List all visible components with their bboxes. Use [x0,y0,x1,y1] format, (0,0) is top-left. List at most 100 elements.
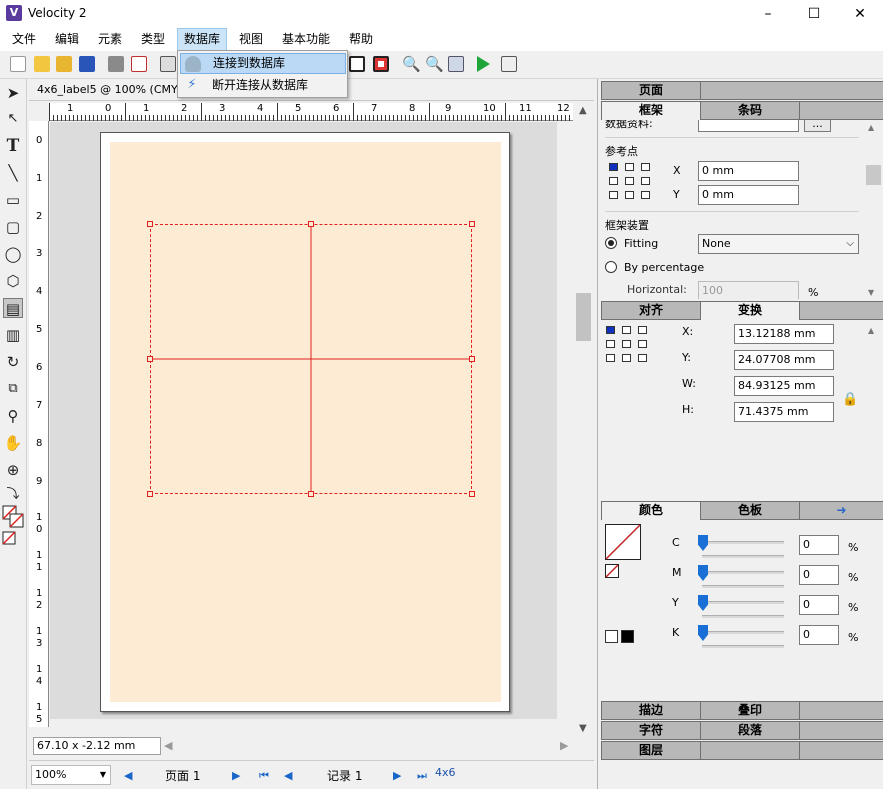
tab-transform[interactable]: 变换 [700,301,800,320]
next-page-icon[interactable]: ▶ [232,769,240,782]
ref-x-input[interactable]: 0 mm [698,161,799,181]
resize-handle[interactable] [469,491,475,497]
magenta-slider[interactable] [702,571,784,574]
label-area[interactable] [110,142,501,702]
eyedropper-tool-icon[interactable]: ⚲ [3,406,23,426]
connect-database-menu-item[interactable]: 连接到数据库 [180,53,346,74]
menu-view[interactable]: 视图 [233,28,269,51]
line-tool-icon[interactable]: ╲ [3,163,23,183]
zoom-select[interactable]: 100% ▼ [31,765,111,785]
data-source-field[interactable] [698,120,799,132]
frame-back-icon[interactable] [373,56,389,72]
scrollbar-thumb[interactable] [576,293,591,341]
zoom-in-icon[interactable]: 🔍 [402,56,421,72]
black-slider-thumb[interactable] [698,625,708,641]
record-list-icon[interactable] [501,56,517,72]
text-tool-icon[interactable]: T [3,136,23,156]
no-color-icon[interactable] [2,531,16,545]
panel-scrollbar-thumb[interactable] [866,165,881,185]
export-pdf-icon[interactable] [131,56,147,72]
scroll-up-icon[interactable]: ▲ [868,123,874,132]
menu-help[interactable]: 帮助 [343,28,379,51]
minimize-button[interactable]: – [745,0,791,28]
tab-color[interactable]: 颜色 [601,501,701,520]
open-recent-icon[interactable] [56,56,72,72]
transform-w-input[interactable]: 84.93125 mm [734,376,834,396]
run-preview-icon[interactable] [477,56,490,72]
menu-type[interactable]: 类型 [135,28,171,51]
ref-y-input[interactable]: 0 mm [698,185,799,205]
save-icon[interactable] [79,56,95,72]
scroll-left-icon[interactable]: ◀ [164,739,172,752]
resize-handle[interactable] [308,221,314,227]
cyan-slider-thumb[interactable] [698,535,708,551]
yellow-input[interactable]: 0 [799,595,839,615]
tab-character[interactable]: 字符 [601,721,701,740]
fill-color-swatch-icon[interactable] [605,524,641,560]
transform-h-input[interactable]: 71.4375 mm [734,402,834,422]
menu-edit[interactable]: 编辑 [49,28,85,51]
crop-tool-icon[interactable]: ⧉ [3,379,23,399]
lock-aspect-icon[interactable]: 🔒 [842,392,858,407]
cyan-input[interactable]: 0 [799,535,839,555]
resize-handle[interactable] [469,356,475,362]
transform-x-input[interactable]: 13.12188 mm [734,324,834,344]
rectangle-tool-icon[interactable]: ▭ [3,190,23,210]
yellow-slider[interactable] [702,601,784,604]
prev-page-icon[interactable]: ◀ [124,769,132,782]
scroll-down-icon[interactable]: ▼ [868,288,874,297]
new-file-icon[interactable] [10,56,26,72]
tab-stroke[interactable]: 描边 [601,701,701,720]
open-folder-icon[interactable] [34,56,50,72]
page[interactable] [100,132,510,712]
resize-handle[interactable] [147,221,153,227]
polygon-tool-icon[interactable]: ⬡ [3,271,23,291]
panel-menu-arrow-icon[interactable]: ➜ [799,501,883,520]
tab-page[interactable]: 页面 [601,81,701,100]
tab-layers[interactable]: 图层 [601,741,701,760]
last-record-icon[interactable]: ⏭ [417,769,427,783]
tab-barcode[interactable]: 条码 [700,101,800,120]
transform-y-input[interactable]: 24.07708 mm [734,350,834,370]
maximize-button[interactable]: ☐ [791,0,837,28]
fitting-select[interactable]: None ⌵ [698,234,859,254]
zoom-out-icon[interactable]: 🔍 [425,56,444,72]
resize-handle[interactable] [147,491,153,497]
horizontal-input[interactable]: 100 [698,281,799,299]
fitting-radio[interactable] [605,237,617,249]
ellipse-tool-icon[interactable]: ◯ [3,244,23,264]
frame-front-icon[interactable] [349,56,365,72]
tab-swatches[interactable]: 色板 [700,501,800,520]
zoom-tool-icon[interactable]: ⊕ [3,460,23,480]
transform-reference-grid-icon[interactable] [606,326,648,362]
rounded-rect-tool-icon[interactable]: ▢ [3,217,23,237]
menu-file[interactable]: 文件 [6,28,42,51]
resize-handle[interactable] [469,221,475,227]
scroll-right-icon[interactable]: ▶ [560,739,568,752]
browse-button[interactable]: ... [804,120,831,132]
by-percentage-radio[interactable] [605,261,617,273]
resize-handle[interactable] [308,491,314,497]
select-frame-icon[interactable] [160,56,176,72]
scroll-up-icon[interactable]: ▲ [868,326,874,335]
none-color-icon[interactable] [605,564,619,578]
swap-colors-icon[interactable]: ⤵ [3,485,23,505]
reference-point-grid-icon[interactable] [609,163,651,199]
canvas-pasteboard[interactable] [50,122,557,719]
scroll-up-icon[interactable]: ▲ [579,105,587,116]
tab-paragraph[interactable]: 段落 [700,721,800,740]
zoom-fit-icon[interactable] [448,56,464,72]
barcode-tool-icon[interactable]: ▥ [3,325,23,345]
vertical-ruler[interactable]: 0 1 2 3 4 5 6 7 8 9 1 0 1 1 1 2 1 3 1 4 … [29,121,49,727]
tab-overprint[interactable]: 叠印 [700,701,800,720]
white-swatch-icon[interactable] [605,630,618,643]
black-swatch-icon[interactable] [621,630,634,643]
magenta-input[interactable]: 0 [799,565,839,585]
resize-handle[interactable] [147,356,153,362]
vertical-scrollbar[interactable]: ▲ ▼ [574,103,594,734]
menu-database[interactable]: 数据库 [177,28,228,51]
menu-basic-functions[interactable]: 基本功能 [276,28,336,51]
magenta-slider-thumb[interactable] [698,565,708,581]
horizontal-scrollbar[interactable]: ◀ ▶ [164,737,574,755]
prev-record-icon[interactable]: ◀ [284,769,292,782]
